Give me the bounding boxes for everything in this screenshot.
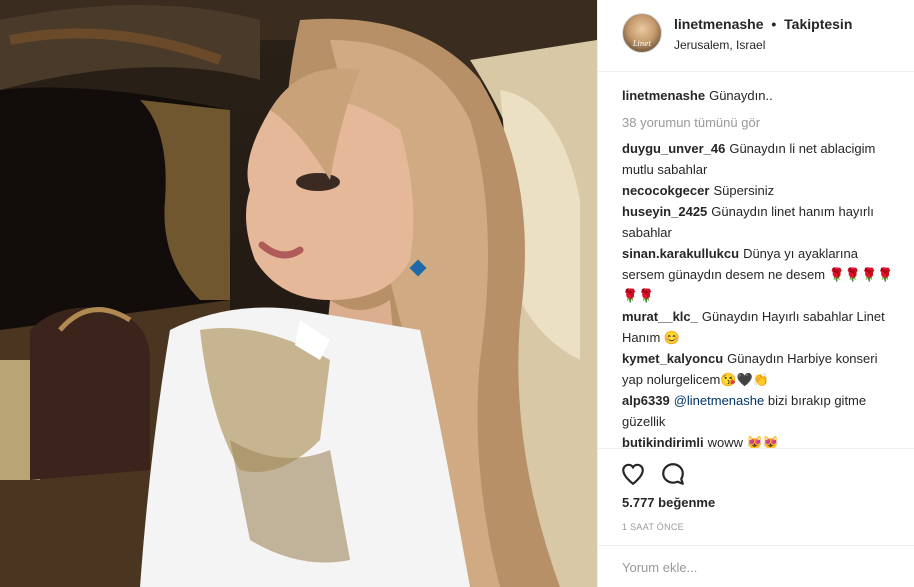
post-timestamp: 1 SAAT ÖNCE [622, 522, 684, 532]
comment-text: Süpersiniz [713, 183, 775, 198]
user-line: linetmenashe • Takiptesin [674, 16, 852, 32]
comment-button[interactable] [660, 461, 686, 487]
caption-text: Günaydın.. [709, 88, 773, 103]
post-caption: linetmenashe Günaydın.. [622, 85, 902, 106]
like-button[interactable] [620, 461, 646, 487]
post-photo[interactable] [0, 0, 597, 587]
comment-item: duygu_unver_46 Günaydın li net ablacigim … [622, 138, 902, 180]
comment-username[interactable]: necocokgecer [622, 183, 709, 198]
post-sidebar: Linet linetmenashe • Takiptesin Jerusale… [597, 0, 914, 587]
comment-item: murat__klc_ Günaydın Hayırlı sabahlar Lin… [622, 306, 902, 348]
photo-illustration [0, 0, 597, 587]
speech-bubble-icon [662, 463, 684, 485]
comment-item: kymet_kalyoncu Günaydın Harbiye konseri y… [622, 348, 902, 390]
comment-item: necocokgecer Süpersiniz [622, 180, 902, 201]
comment-item: huseyin_2425 Günaydın linet hanım hayırlı… [622, 201, 902, 243]
comment-username[interactable]: sinan.karakullukcu [622, 246, 739, 261]
username-link[interactable]: linetmenashe [674, 16, 763, 32]
comment-mention[interactable]: @linetmenashe [674, 393, 765, 408]
add-comment-bar [598, 545, 914, 587]
caption-username[interactable]: linetmenashe [622, 88, 705, 103]
avatar-caption: Linet [632, 40, 652, 48]
heart-icon [622, 463, 644, 486]
comment-username[interactable]: alp6339 [622, 393, 670, 408]
comment-username[interactable]: murat__klc_ [622, 309, 698, 324]
view-all-comments-link[interactable]: 38 yorumun tümünü gör [622, 115, 902, 130]
likes-count[interactable]: 5.777 beğenme [622, 495, 715, 510]
follow-status[interactable]: Takiptesin [784, 16, 852, 32]
comment-input[interactable] [622, 557, 892, 577]
location-link[interactable]: Jerusalem, Israel [674, 38, 765, 52]
separator-dot: • [771, 16, 777, 32]
comment-username[interactable]: duygu_unver_46 [622, 141, 725, 156]
comments-list: linetmenashe Günaydın.. 38 yorumun tümünü… [622, 80, 902, 453]
avatar[interactable]: Linet [622, 13, 662, 53]
post-actions: 5.777 beğenme 1 SAAT ÖNCE [598, 448, 914, 538]
comment-username[interactable]: huseyin_2425 [622, 204, 707, 219]
comment-item: alp6339 @linetmenashe bizi bırakıp gitme … [622, 390, 902, 432]
comment-item: sinan.karakullukcu Dünya yı ayaklarına se… [622, 243, 902, 306]
comment-username[interactable]: kymet_kalyoncu [622, 351, 723, 366]
post-header: Linet linetmenashe • Takiptesin Jerusale… [598, 0, 914, 72]
